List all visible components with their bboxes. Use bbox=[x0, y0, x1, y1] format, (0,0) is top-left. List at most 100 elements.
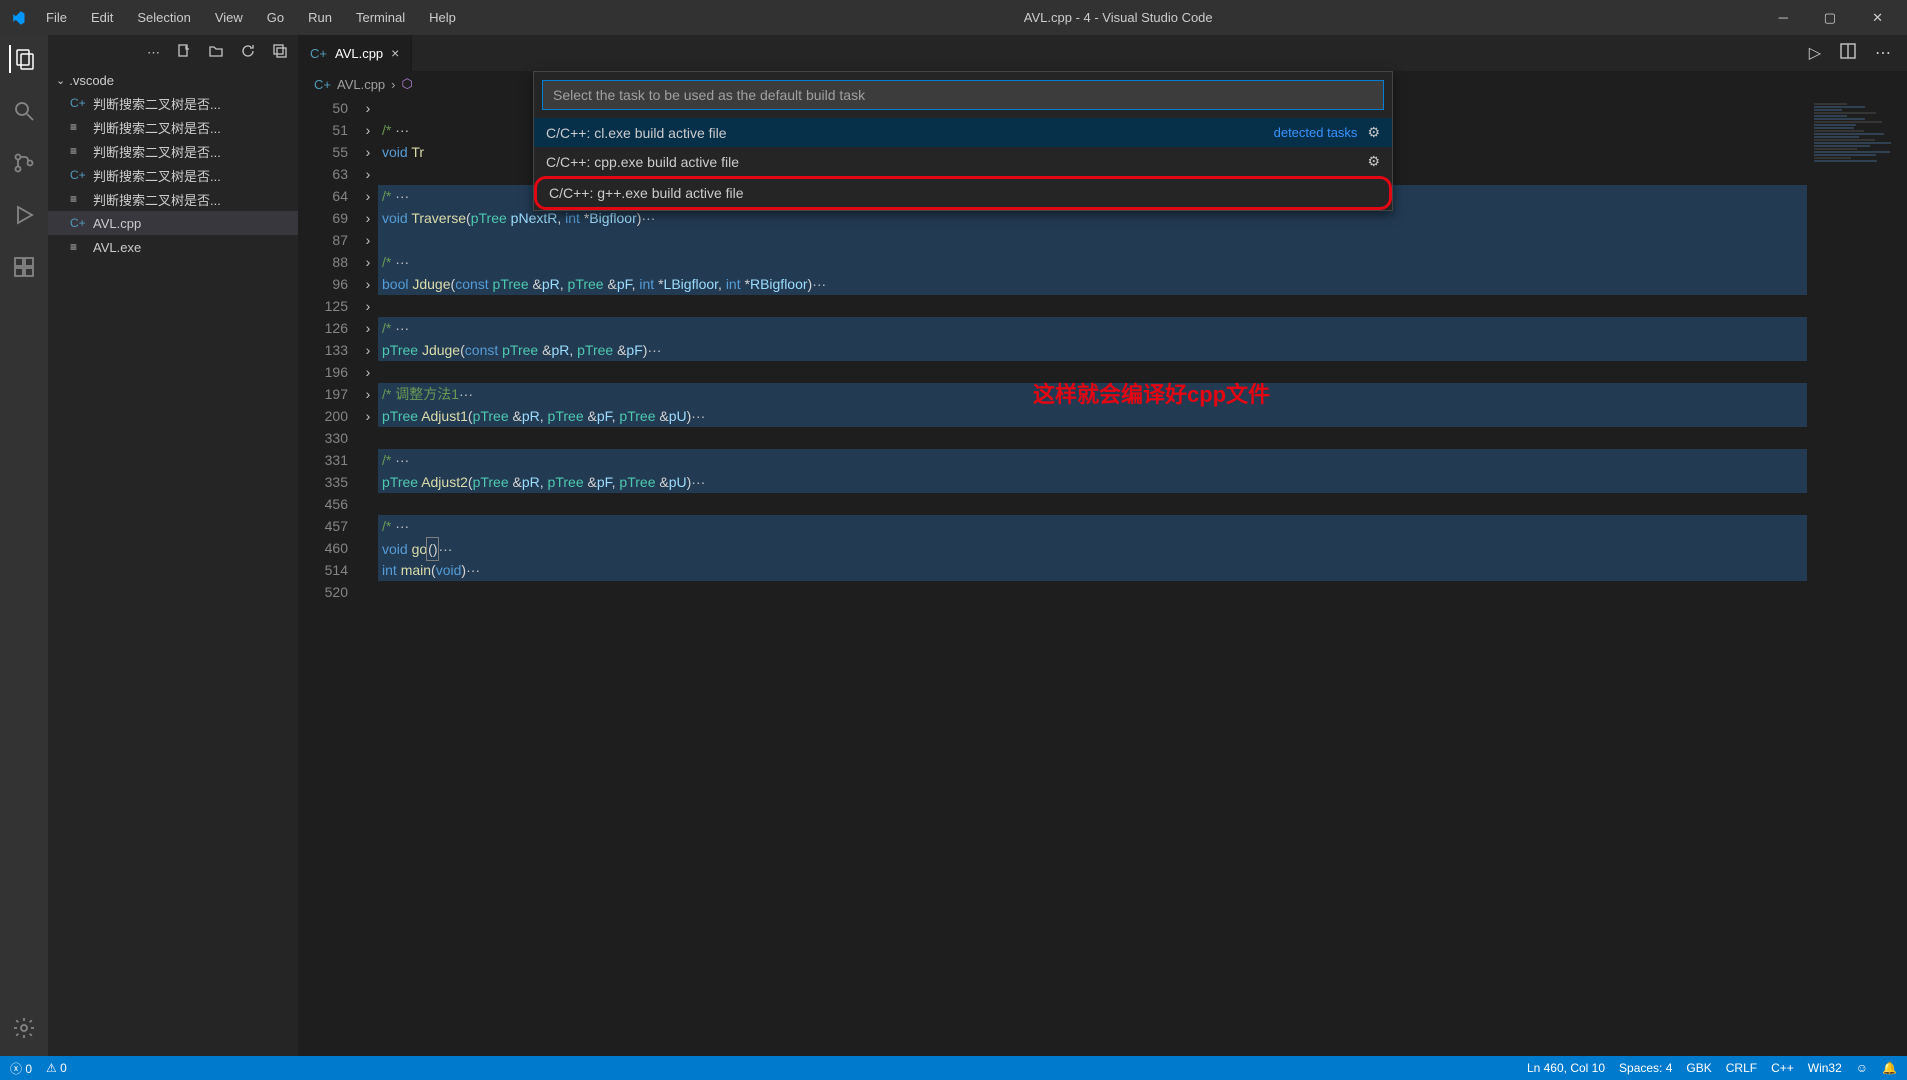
status-eol[interactable]: CRLF bbox=[1726, 1061, 1757, 1075]
fold-icon[interactable]: › bbox=[358, 317, 378, 339]
extensions-icon[interactable] bbox=[10, 253, 38, 281]
refresh-icon[interactable] bbox=[240, 43, 256, 62]
fold-icon[interactable]: › bbox=[358, 119, 378, 141]
status-errors[interactable]: ⓧ 0 bbox=[10, 1060, 32, 1077]
minimize-icon[interactable]: ─ bbox=[1771, 6, 1796, 30]
settings-gear-icon[interactable] bbox=[10, 1014, 38, 1042]
sidebar-item-label: 判断搜索二叉树是否... bbox=[93, 166, 221, 185]
status-lang[interactable]: C++ bbox=[1771, 1061, 1794, 1075]
sidebar-item-6[interactable]: ≡AVL.exe bbox=[48, 235, 298, 259]
search-icon[interactable] bbox=[10, 97, 38, 125]
sidebar-item-label: 判断搜索二叉树是否... bbox=[93, 142, 221, 161]
file-icon: ≡ bbox=[70, 120, 88, 134]
menu-run[interactable]: Run bbox=[298, 6, 342, 29]
menu-view[interactable]: View bbox=[205, 6, 253, 29]
editor-area: C+ AVL.cpp × ▷ ⋯ C+ AVL.cpp › ⬡ Select t… bbox=[298, 35, 1907, 1056]
status-bell-icon[interactable]: 🔔 bbox=[1882, 1061, 1897, 1075]
quick-pick-detail: detected tasks bbox=[1274, 125, 1358, 140]
fold-icon[interactable]: › bbox=[358, 163, 378, 185]
quick-pick-item-2[interactable]: C/C++: g++.exe build active file bbox=[534, 176, 1392, 210]
menu-edit[interactable]: Edit bbox=[81, 6, 123, 29]
vscode-logo-icon bbox=[8, 9, 26, 27]
new-folder-icon[interactable] bbox=[208, 43, 224, 62]
fold-icon[interactable]: › bbox=[358, 251, 378, 273]
menu-selection[interactable]: Selection bbox=[127, 6, 200, 29]
tab-avl-cpp[interactable]: C+ AVL.cpp × bbox=[298, 35, 412, 71]
code-content[interactable]: /* ···void Tr/* ···void Traverse(pTree p… bbox=[378, 97, 1807, 1056]
tabs-row: C+ AVL.cpp × ▷ ⋯ bbox=[298, 35, 1907, 71]
close-icon[interactable]: ✕ bbox=[1864, 6, 1891, 30]
fold-icon[interactable]: › bbox=[358, 339, 378, 361]
fold-icon[interactable]: › bbox=[358, 141, 378, 163]
fold-icon[interactable]: › bbox=[358, 207, 378, 229]
main-area: ⋯ ⌄ .vscode C+判断搜索二叉树是否...≡判断搜索二叉树是否...≡… bbox=[0, 35, 1907, 1056]
status-spaces[interactable]: Spaces: 4 bbox=[1619, 1061, 1672, 1075]
split-editor-icon[interactable] bbox=[1839, 42, 1857, 65]
more-actions-icon[interactable]: ⋯ bbox=[1875, 43, 1891, 63]
file-icon: C+ bbox=[70, 96, 88, 110]
quick-pick-input[interactable]: Select the task to be used as the defaul… bbox=[542, 80, 1384, 110]
run-debug-icon[interactable] bbox=[10, 201, 38, 229]
status-bar: ⓧ 0 ⚠ 0 Ln 460, Col 10 Spaces: 4 GBK CRL… bbox=[0, 1056, 1907, 1080]
explorer-icon[interactable] bbox=[9, 45, 37, 73]
run-icon[interactable]: ▷ bbox=[1809, 43, 1821, 63]
breadcrumb-file: AVL.cpp bbox=[337, 77, 385, 92]
gear-icon[interactable]: ⚙ bbox=[1367, 124, 1380, 141]
status-warnings[interactable]: ⚠ 0 bbox=[46, 1061, 67, 1075]
fold-icon[interactable]: › bbox=[358, 185, 378, 207]
breadcrumb-separator-icon: › bbox=[391, 77, 395, 92]
menu-file[interactable]: File bbox=[36, 6, 77, 29]
file-icon: C+ bbox=[70, 168, 88, 182]
quick-pick-item-0[interactable]: C/C++: cl.exe build active filedetected … bbox=[534, 118, 1392, 147]
status-encoding[interactable]: GBK bbox=[1686, 1061, 1711, 1075]
sidebar-item-3[interactable]: C+ 判断搜索二叉树是否... bbox=[48, 163, 298, 187]
sidebar-item-4[interactable]: ≡判断搜索二叉树是否... bbox=[48, 187, 298, 211]
folder-label: .vscode bbox=[69, 73, 114, 88]
menu-help[interactable]: Help bbox=[419, 6, 466, 29]
fold-icon[interactable]: › bbox=[358, 273, 378, 295]
status-os[interactable]: Win32 bbox=[1808, 1061, 1842, 1075]
fold-icon[interactable]: › bbox=[358, 405, 378, 427]
menu-go[interactable]: Go bbox=[257, 6, 294, 29]
code-editor[interactable]: 5051556364698788961251261331961972003303… bbox=[298, 97, 1907, 1056]
menu-terminal[interactable]: Terminal bbox=[346, 6, 415, 29]
new-file-icon[interactable] bbox=[176, 43, 192, 62]
sidebar-item-2[interactable]: ≡判断搜索二叉树是否... bbox=[48, 139, 298, 163]
status-lncol[interactable]: Ln 460, Col 10 bbox=[1527, 1061, 1605, 1075]
sidebar-folder-vscode[interactable]: ⌄ .vscode bbox=[48, 70, 298, 91]
minimap[interactable] bbox=[1807, 97, 1907, 1056]
sidebar-toolbar: ⋯ bbox=[48, 35, 298, 70]
file-icon: C+ bbox=[70, 216, 88, 230]
fold-icon[interactable]: › bbox=[358, 361, 378, 383]
quick-pick-item-1[interactable]: C/C++: cpp.exe build active file⚙ bbox=[534, 147, 1392, 176]
quick-pick-item-label: C/C++: cpp.exe build active file bbox=[546, 154, 1367, 170]
window-title: AVL.cpp - 4 - Visual Studio Code bbox=[466, 10, 1771, 25]
sidebar-item-1[interactable]: ≡判断搜索二叉树是否... bbox=[48, 115, 298, 139]
editor-actions: ▷ ⋯ bbox=[1793, 35, 1907, 71]
line-number-gutter: 5051556364698788961251261331961972003303… bbox=[298, 97, 358, 1056]
tab-close-icon[interactable]: × bbox=[391, 45, 399, 61]
source-control-icon[interactable] bbox=[10, 149, 38, 177]
maximize-icon[interactable]: ▢ bbox=[1816, 6, 1844, 30]
gear-icon[interactable]: ⚙ bbox=[1367, 153, 1380, 170]
fold-icon[interactable]: › bbox=[358, 295, 378, 317]
tab-label: AVL.cpp bbox=[335, 46, 383, 61]
quick-pick: Select the task to be used as the defaul… bbox=[533, 71, 1393, 211]
symbol-icon: ⬡ bbox=[402, 76, 413, 92]
quick-pick-placeholder: Select the task to be used as the defaul… bbox=[553, 87, 865, 103]
quick-pick-item-label: C/C++: g++.exe build active file bbox=[549, 185, 1377, 201]
explorer-sidebar: ⋯ ⌄ .vscode C+判断搜索二叉树是否...≡判断搜索二叉树是否...≡… bbox=[48, 35, 298, 1056]
cpp-file-icon: C+ bbox=[310, 46, 327, 61]
sidebar-item-label: 判断搜索二叉树是否... bbox=[93, 190, 221, 209]
fold-column: ››››››››››››››› bbox=[358, 97, 378, 1056]
sidebar-item-0[interactable]: C+判断搜索二叉树是否... bbox=[48, 91, 298, 115]
annotation-text: 这样就会编译好cpp文件 bbox=[1033, 377, 1270, 409]
fold-icon[interactable]: › bbox=[358, 229, 378, 251]
status-feedback-icon[interactable]: ☺ bbox=[1856, 1061, 1868, 1075]
collapse-all-icon[interactable] bbox=[272, 43, 288, 62]
sidebar-item-5[interactable]: C+AVL.cpp bbox=[48, 211, 298, 235]
file-icon: ≡ bbox=[70, 240, 88, 254]
fold-icon[interactable]: › bbox=[358, 383, 378, 405]
more-icon[interactable]: ⋯ bbox=[147, 45, 160, 61]
fold-icon[interactable]: › bbox=[358, 97, 378, 119]
